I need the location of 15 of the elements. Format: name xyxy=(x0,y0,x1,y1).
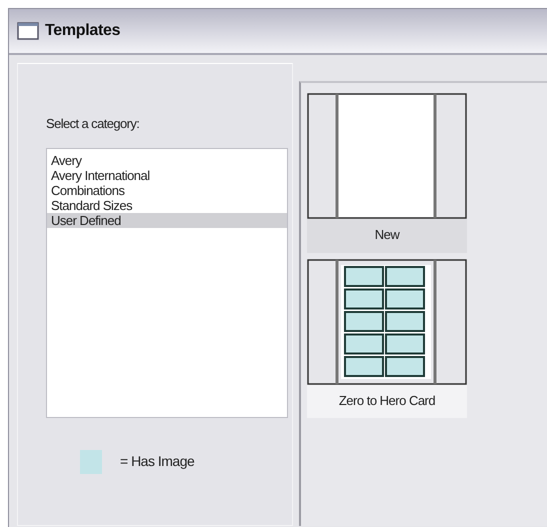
template-thumbnail[interactable] xyxy=(307,258,467,384)
category-item[interactable]: Standard Sizes xyxy=(47,198,287,212)
category-item[interactable]: Combinations xyxy=(47,182,287,198)
has-image-swatch xyxy=(80,450,102,474)
category-item[interactable]: Avery xyxy=(47,152,287,168)
category-label: Select a category: xyxy=(46,115,140,133)
category-list[interactable]: Avery Avery International Combinations Standard Sizes User Defined xyxy=(46,148,288,418)
legend-text: = Has Image xyxy=(120,452,194,471)
category-item[interactable]: Avery International xyxy=(47,168,287,182)
window-icon xyxy=(17,22,39,40)
template-label: New xyxy=(307,219,467,252)
window-title: Templates xyxy=(45,21,120,41)
template-thumbnail[interactable] xyxy=(307,93,467,219)
category-item[interactable]: User Defined xyxy=(47,212,287,228)
template-label: Zero to Hero Card xyxy=(307,384,467,418)
